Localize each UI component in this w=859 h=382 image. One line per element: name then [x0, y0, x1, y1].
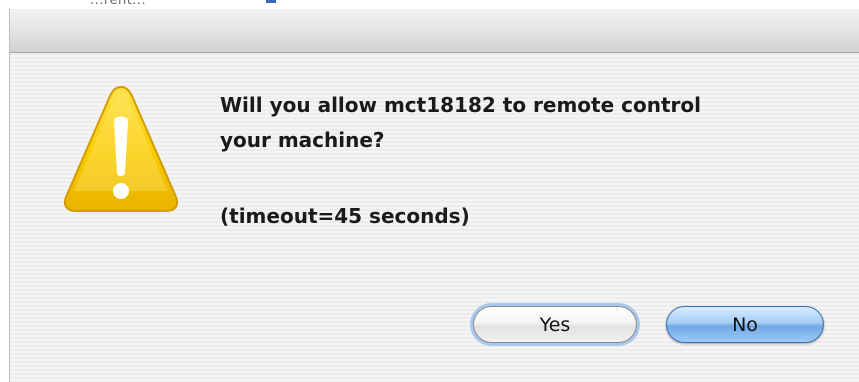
background-window-text: ...rent...	[90, 0, 147, 8]
background-window-mark	[266, 0, 276, 3]
timeout-text: (timeout=45 seconds)	[220, 204, 470, 228]
remote-control-dialog: Will you allow mct18182 to remote contro…	[9, 9, 859, 382]
dialog-titlebar	[10, 9, 859, 53]
no-button-label: No	[732, 313, 758, 336]
no-button[interactable]: No	[666, 306, 824, 343]
warning-icon	[63, 85, 179, 212]
yes-button-label: Yes	[539, 313, 571, 336]
yes-button[interactable]: Yes	[473, 306, 637, 343]
dialog-message: Will you allow mct18182 to remote contro…	[220, 93, 701, 152]
